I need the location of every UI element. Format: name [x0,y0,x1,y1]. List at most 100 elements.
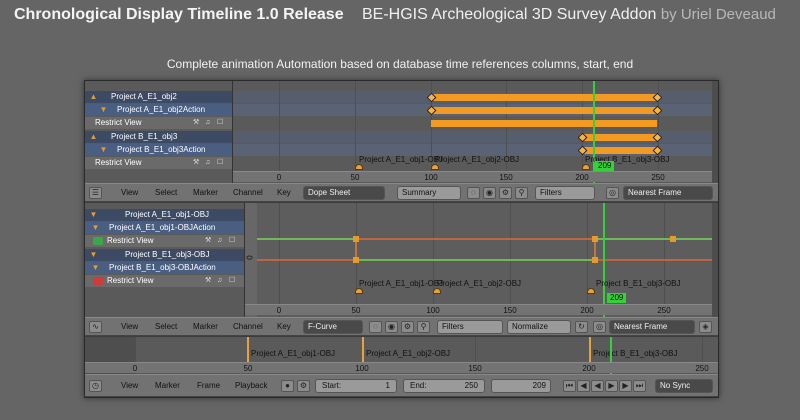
speaker-icon[interactable]: ♫ [205,118,210,128]
record-icon[interactable]: ● [281,380,294,392]
wrench-icon[interactable]: ⚒ [205,236,211,246]
channel-row[interactable]: ▲ Project A_E1_obj2 [85,91,232,103]
jump-start-icon[interactable]: ⏮ [563,380,576,392]
frame-ruler[interactable]: 0 50 100 150 200 250 [233,171,718,182]
current-frame-line[interactable] [603,203,605,317]
checkbox-icon[interactable]: ☐ [229,236,235,246]
channel-row[interactable]: ▲ Project B_E1_obj3 [85,131,232,143]
jump-end-icon[interactable]: ⏭ [633,380,646,392]
menu-playback[interactable]: Playback [235,381,267,390]
snap-icon[interactable]: ◎ [606,187,619,199]
snap-icon[interactable]: ◎ [593,321,606,333]
channel-row[interactable]: ▼ Project B_E1_obj3-OBJ [85,249,244,261]
mode-select[interactable]: Dope Sheet [303,186,385,200]
channel-row[interactable]: Restrict View ⚒ ♫ ☐ [85,275,244,287]
channel-row[interactable]: ▼ Project A_E1_obj2Action [85,104,232,116]
keyframe-bar[interactable] [431,94,657,101]
snap-select[interactable]: Nearest Frame [623,186,713,200]
marker[interactable] [355,288,363,294]
menu-select[interactable]: Select [155,322,177,331]
snap-select[interactable]: Nearest Frame [609,320,695,334]
end-frame-field[interactable]: End: 250 [403,379,485,393]
frame-ruler[interactable]: 0 50 100 150 200 250 [245,304,718,315]
pivot-icon[interactable]: ◈ [699,321,712,333]
ghost-icon[interactable]: ◌ [369,321,382,333]
channel-row[interactable]: ▼ Project A_E1_obj1-OBJAction [85,222,244,234]
mode-select[interactable]: F-Curve [303,320,363,334]
eye-icon[interactable] [93,237,103,245]
wrench-icon[interactable]: ⚒ [193,118,199,128]
prev-key-icon[interactable]: ◀ [577,380,590,392]
speaker-icon[interactable]: ♫ [217,236,222,246]
channel-row[interactable]: ▼ Project A_E1_obj1-OBJ [85,209,244,221]
menu-channel[interactable]: Channel [233,188,263,197]
key-icon[interactable]: ⚙ [499,187,512,199]
start-frame-field[interactable]: Start: 1 [315,379,397,393]
channel-row[interactable]: Restrict View ⚒ ♫ ☐ [85,157,232,169]
frame-ruler[interactable]: 0 50 100 150 200 250 [85,362,718,373]
next-key-icon[interactable]: ▶ [619,380,632,392]
timeline-editor-icon[interactable]: ◷ [89,380,102,392]
summary-toggle[interactable]: Summary [397,186,461,200]
fcurve-key[interactable] [353,236,359,242]
channel-row[interactable]: Restrict View ⚒ ♫ ☐ [85,117,232,129]
menu-select[interactable]: Select [155,188,177,197]
fcurve-key[interactable] [670,236,676,242]
menu-view[interactable]: View [121,188,138,197]
marker[interactable] [433,288,441,294]
channel-row[interactable]: ▼ Project B_E1_obj3Action [85,144,232,156]
checkbox-icon[interactable]: ☐ [229,276,235,286]
normalize-toggle[interactable]: Normalize [507,320,571,334]
wrench-icon[interactable]: ⚒ [205,276,211,286]
vertical-scrollbar[interactable] [712,81,718,183]
sync-select[interactable]: No Sync [655,379,713,393]
play-icon[interactable]: ▶ [605,380,618,392]
fcurve-plot[interactable] [245,203,718,305]
fcurve-key[interactable] [592,257,598,263]
timeline-area[interactable]: Project A_E1_obj1-OBJ Project A_E1_obj2-… [85,337,718,374]
graph-area[interactable]: 0 Project A_E1_obj1-OBJ Project A_E1_obj… [245,203,718,317]
fcurve-red[interactable] [257,238,718,261]
marker[interactable] [582,164,590,170]
menu-view[interactable]: View [121,381,138,390]
dopesheet-area[interactable]: Project A_E1_obj1-OBJ Project A_E1_obj2-… [233,81,718,183]
current-frame-field[interactable]: 209 [491,379,551,393]
marker[interactable] [431,164,439,170]
keyframe-bar[interactable] [431,107,657,114]
checkbox-icon[interactable]: ☐ [217,158,223,168]
menu-view[interactable]: View [121,322,138,331]
menu-marker[interactable]: Marker [155,381,180,390]
channel-row[interactable]: Restrict View ⚒ ♫ ☐ [85,235,244,247]
keyframe-bar[interactable] [431,120,657,127]
record-icon[interactable]: ◉ [483,187,496,199]
eye-icon[interactable] [93,277,103,285]
menu-marker[interactable]: Marker [193,322,218,331]
speaker-icon[interactable]: ♫ [217,276,222,286]
filters-button[interactable]: Filters [437,320,503,334]
fcurve-key[interactable] [353,257,359,263]
refresh-icon[interactable]: ↻ [575,321,588,333]
graph-editor-icon[interactable]: ∿ [89,321,102,333]
menu-channel[interactable]: Channel [233,322,263,331]
fcurve-key[interactable] [592,236,598,242]
marker[interactable] [587,288,595,294]
key-icon[interactable]: ⚙ [297,380,310,392]
marker[interactable] [355,164,363,170]
menu-marker[interactable]: Marker [193,188,218,197]
menu-key[interactable]: Key [277,322,291,331]
search-icon[interactable]: ⚲ [515,187,528,199]
checkbox-icon[interactable]: ☐ [217,118,223,128]
channel-row[interactable]: ▼ Project B_E1_obj3-OBJAction [85,262,244,274]
speaker-icon[interactable]: ♫ [205,158,210,168]
fcurve-green[interactable] [257,238,718,261]
menu-frame[interactable]: Frame [197,381,220,390]
dopesheet-editor-icon[interactable]: ☰ [89,187,102,199]
key-icon[interactable]: ⚙ [401,321,414,333]
record-icon[interactable]: ◉ [385,321,398,333]
vertical-scrollbar[interactable] [712,203,718,317]
menu-key[interactable]: Key [277,188,291,197]
ghost-icon[interactable]: ◌ [467,187,480,199]
play-reverse-icon[interactable]: ◀ [591,380,604,392]
wrench-icon[interactable]: ⚒ [193,158,199,168]
search-icon[interactable]: ⚲ [417,321,430,333]
